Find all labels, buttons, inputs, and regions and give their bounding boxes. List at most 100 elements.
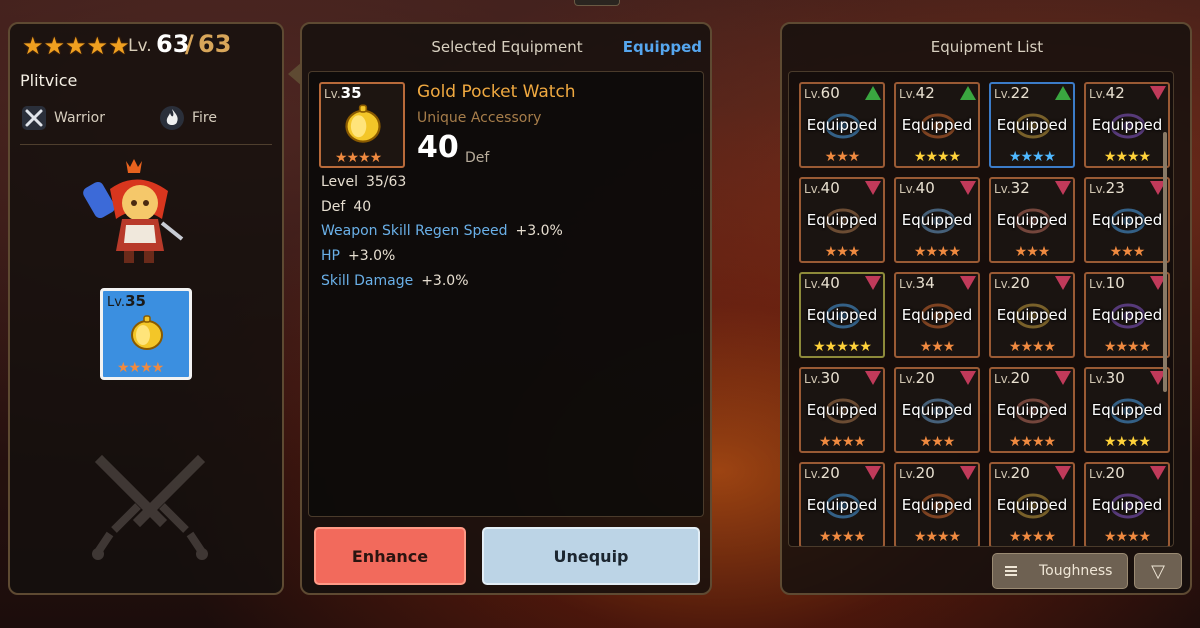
item-stars: ★★★★ [1008, 339, 1056, 355]
equipment-item[interactable]: Lv.20 Equipped ★★★★ [799, 462, 885, 546]
equipped-label: Equipped [996, 116, 1068, 134]
arrow-down-icon [865, 181, 881, 195]
item-stars: ★★★★ [1103, 339, 1151, 355]
hero-panel: ★ ★ ★ ★ ★ Lv. 63 / 63 Plitvice Warrior F… [8, 22, 284, 595]
hero-max-level: 63 [198, 30, 232, 58]
equipped-label: Equipped [1091, 116, 1163, 134]
item-level: Lv.40 [804, 274, 840, 292]
item-level: Lv.30 [1089, 369, 1125, 387]
divider [20, 144, 272, 145]
equipment-item[interactable]: Lv.42 Equipped ★★★★ [894, 82, 980, 168]
item-stars: ★★★★ [1008, 434, 1056, 450]
equipment-item[interactable]: Lv.32 Equipped ★★★ [989, 177, 1075, 263]
equipped-label: Equipped [806, 401, 878, 419]
pocket-watch-icon [131, 315, 163, 350]
equipped-label: Equipped [806, 496, 878, 514]
item-stars: ★★★ [824, 149, 861, 165]
hero-class-label: Warrior [54, 110, 106, 126]
unequip-button[interactable]: Unequip [482, 527, 700, 585]
item-level: Lv.20 [994, 369, 1030, 387]
star-icon: ★ [65, 32, 87, 60]
item-level: Lv.20 [899, 464, 935, 482]
arrow-down-icon [960, 181, 976, 195]
scrollbar[interactable] [1163, 132, 1167, 392]
equipment-item[interactable]: Lv.34 Equipped ★★★ [894, 272, 980, 358]
equipped-label: Equipped [901, 496, 973, 514]
equipment-list-panel: Equipment List Lv.60 Equipped ★★★ Lv.42 Equi… [780, 22, 1192, 595]
item-stars: ★★★ [1109, 244, 1146, 260]
equipment-item[interactable]: Lv.20 Equipped ★★★ [894, 367, 980, 453]
hero-name: Plitvice [20, 71, 78, 90]
hero-level-label: Lv. [128, 36, 152, 56]
equipped-label: Equipped [1091, 496, 1163, 514]
item-stars: ★★★ [919, 434, 956, 450]
equipment-item[interactable]: Lv.20 Equipped ★★★★ [989, 272, 1075, 358]
equipped-accessory-slot[interactable]: Lv.35 ★★★★ [100, 288, 192, 380]
equipment-item[interactable]: Lv.20 Equipped ★★★★ [989, 367, 1075, 453]
equipment-item[interactable]: Lv.20 Equipped ★★★★ [989, 462, 1075, 546]
item-level: Lv.60 [804, 84, 840, 102]
equipment-grid-scroll[interactable]: Lv.60 Equipped ★★★ Lv.42 Equipped ★★★★ Lv.22 Eq… [788, 71, 1174, 547]
sort-button[interactable]: Toughness [992, 553, 1128, 589]
stat-line: Level 35/63 [321, 174, 407, 190]
item-level: Lv.20 [994, 274, 1030, 292]
equipped-label: Equipped [996, 401, 1068, 419]
arrow-down-icon [1055, 181, 1071, 195]
equipment-item[interactable]: Lv.40 Equipped ★★★ [799, 177, 885, 263]
item-stars: ★★★ [824, 244, 861, 260]
top-indicator [574, 0, 620, 6]
equipment-item[interactable]: Lv.30 Equipped ★★★★ [1084, 367, 1170, 453]
slot-level: Lv.35 [107, 292, 146, 310]
arrow-down-icon [960, 276, 976, 290]
item-level: Lv.20 [804, 464, 840, 482]
item-stars: ★★★ [919, 339, 956, 355]
equipment-item[interactable]: Lv.30 Equipped ★★★★ [799, 367, 885, 453]
equipment-item[interactable]: Lv.42 Equipped ★★★★ [1084, 82, 1170, 168]
item-stars: ★★★★★ [813, 339, 872, 355]
item-level: Lv.10 [1089, 274, 1125, 292]
arrow-down-icon [960, 466, 976, 480]
stat-line: HP +3.0% [321, 248, 396, 264]
equipment-item[interactable]: Lv.40 Equipped ★★★★★ [799, 272, 885, 358]
equipped-label: Equipped [901, 306, 973, 324]
item-stars: ★★★★ [913, 149, 961, 165]
equipment-item[interactable]: Lv.60 Equipped ★★★ [799, 82, 885, 168]
arrow-down-icon [1150, 466, 1166, 480]
arrow-down-icon [1055, 276, 1071, 290]
star-icon: ★ [108, 32, 130, 60]
item-stars: ★★★★ [1008, 149, 1056, 165]
equipment-item[interactable]: Lv.20 Equipped ★★★★ [1084, 462, 1170, 546]
arrow-up-icon [960, 86, 976, 100]
enhance-button[interactable]: Enhance [314, 527, 466, 585]
selected-equipment-panel: Selected Equipment Equipped Lv.35 ★★★★ G… [288, 22, 712, 595]
equipped-status: Equipped [622, 38, 702, 56]
equipment-item[interactable]: Lv.10 Equipped ★★★★ [1084, 272, 1170, 358]
level-separator: / [185, 30, 194, 58]
equipment-item[interactable]: Lv.23 Equipped ★★★ [1084, 177, 1170, 263]
filter-button[interactable]: ▽ [1134, 553, 1182, 589]
equipment-item[interactable]: Lv.20 Equipped ★★★★ [894, 462, 980, 546]
item-level: Lv.20 [994, 464, 1030, 482]
item-icon-frame: Lv.35 ★★★★ [319, 82, 405, 168]
item-level: Lv.40 [804, 179, 840, 197]
equipped-label: Equipped [1091, 401, 1163, 419]
item-level: Lv.32 [994, 179, 1030, 197]
item-stars: ★★★★ [335, 150, 382, 166]
equipped-label: Equipped [901, 401, 973, 419]
equipment-item[interactable]: Lv.40 Equipped ★★★★ [894, 177, 980, 263]
slot-stars: ★★★★ [117, 360, 164, 376]
item-level: Lv.20 [899, 369, 935, 387]
item-stars: ★★★★ [818, 434, 866, 450]
equipment-item[interactable]: Lv.22 Equipped ★★★★ [989, 82, 1075, 168]
item-level: Lv.40 [899, 179, 935, 197]
equipped-label: Equipped [1091, 211, 1163, 229]
equipped-label: Equipped [996, 496, 1068, 514]
hero-element-label: Fire [192, 110, 217, 126]
arrow-down-icon [960, 371, 976, 385]
arrow-up-icon [865, 86, 881, 100]
menu-icon [1005, 566, 1017, 576]
arrow-down-icon [865, 276, 881, 290]
item-level: Lv.42 [1089, 84, 1125, 102]
star-icon: ★ [22, 32, 44, 60]
item-level: Lv.35 [324, 84, 362, 102]
